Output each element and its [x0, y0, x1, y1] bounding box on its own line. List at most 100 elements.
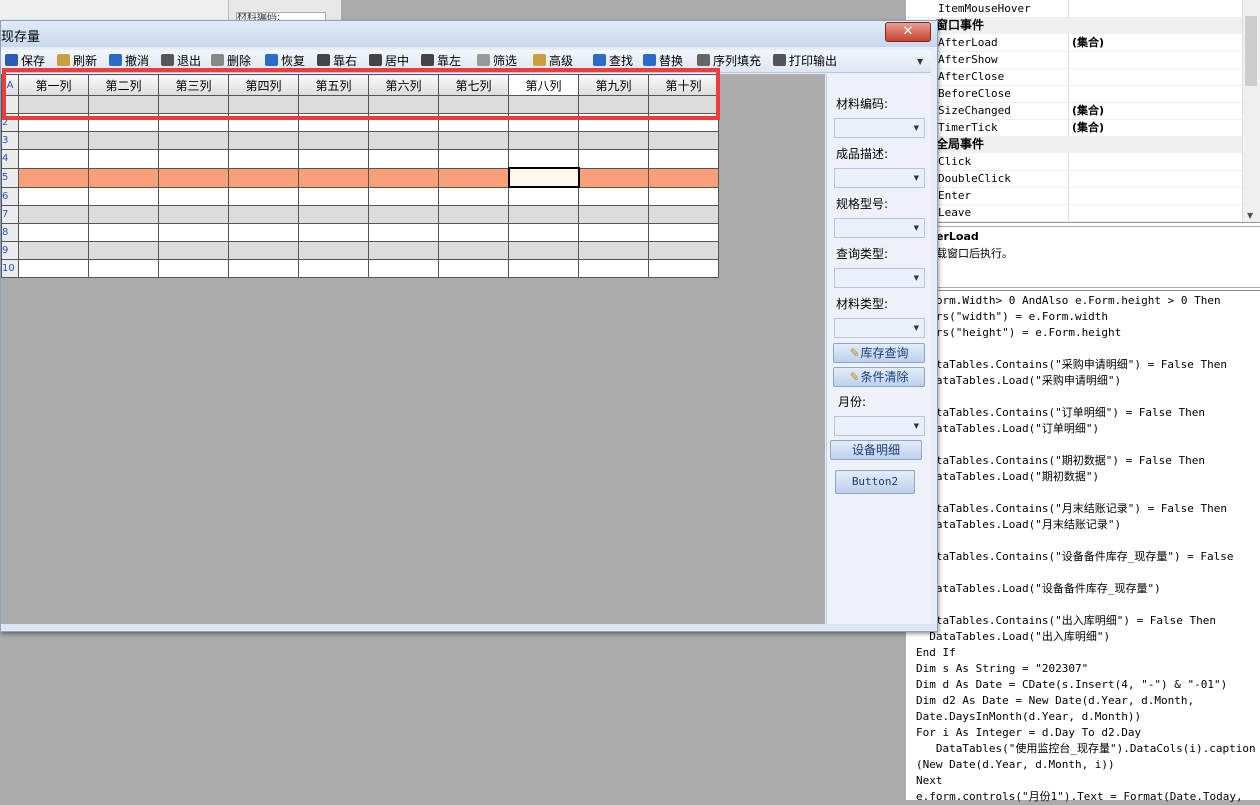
- close-button[interactable]: ✕: [885, 22, 931, 42]
- grid-cell[interactable]: [368, 241, 439, 260]
- grid-cell[interactable]: [298, 186, 369, 206]
- toolbar-button-15[interactable]: 打印输出: [773, 52, 837, 70]
- grid-cell[interactable]: [88, 205, 159, 224]
- toolbar-overflow-icon[interactable]: ▼: [917, 57, 927, 71]
- row-header[interactable]: 7: [1, 205, 19, 224]
- row-header[interactable]: 9: [1, 241, 19, 260]
- grid-cell[interactable]: [508, 149, 579, 169]
- grid-cell[interactable]: [88, 223, 159, 242]
- table-row[interactable]: 5: [1, 167, 719, 188]
- row-header[interactable]: 5: [1, 167, 19, 188]
- grid-cell[interactable]: [228, 167, 299, 188]
- grid-cell[interactable]: [648, 241, 719, 260]
- grid-cell[interactable]: [298, 223, 369, 242]
- property-row[interactable]: AfterShow: [906, 51, 1242, 69]
- grid-cell[interactable]: [298, 259, 369, 278]
- grid-cell[interactable]: [578, 259, 649, 278]
- property-row[interactable]: SizeChanged (集合): [906, 102, 1242, 120]
- grid-cell[interactable]: [18, 259, 89, 278]
- grid-cell[interactable]: [18, 149, 89, 169]
- device-detail-button[interactable]: 设备明细: [830, 440, 922, 460]
- grid-cell[interactable]: [648, 259, 719, 278]
- grid-cell[interactable]: [18, 167, 89, 188]
- grid-cell[interactable]: [578, 223, 649, 242]
- property-value[interactable]: (集合): [1072, 34, 1104, 51]
- table-row[interactable]: 10: [1, 259, 719, 278]
- grid-cell[interactable]: [648, 223, 719, 242]
- grid-cell[interactable]: [438, 259, 509, 278]
- grid-cell[interactable]: [158, 259, 229, 278]
- month-combo[interactable]: ▼: [834, 416, 925, 436]
- grid-cell[interactable]: [438, 223, 509, 242]
- property-row[interactable]: ItemMouseHover: [906, 0, 1242, 18]
- grid-cell[interactable]: [228, 223, 299, 242]
- grid-cell[interactable]: [648, 131, 719, 150]
- grid-cell[interactable]: [438, 186, 509, 206]
- row-header[interactable]: 4: [1, 149, 19, 169]
- product-desc-combo[interactable]: ▼: [834, 168, 925, 188]
- grid-cell[interactable]: [18, 241, 89, 260]
- grid-cell[interactable]: [368, 131, 439, 150]
- grid-cell[interactable]: [368, 149, 439, 169]
- property-row[interactable]: Click: [906, 153, 1242, 171]
- grid-cell[interactable]: [508, 131, 579, 150]
- table-row[interactable]: 3: [1, 131, 719, 150]
- grid-cell[interactable]: [368, 186, 439, 206]
- table-row[interactable]: 9: [1, 241, 719, 260]
- property-row[interactable]: Leave: [906, 204, 1242, 222]
- grid-cell[interactable]: [228, 259, 299, 278]
- grid-cell[interactable]: [648, 149, 719, 169]
- grid-cell[interactable]: [88, 149, 159, 169]
- grid-cell[interactable]: [298, 149, 369, 169]
- grid-cell[interactable]: [88, 259, 159, 278]
- grid-cell[interactable]: [228, 241, 299, 260]
- grid-cell[interactable]: [578, 131, 649, 150]
- grid-cell[interactable]: [298, 167, 369, 188]
- row-header[interactable]: 3: [1, 131, 19, 150]
- property-category[interactable]: 窗口事件: [936, 17, 1242, 34]
- grid-cell[interactable]: [507, 167, 580, 188]
- stock-query-button[interactable]: ✎库存查询: [833, 343, 925, 363]
- property-row[interactable]: Enter: [906, 187, 1242, 205]
- grid-cell[interactable]: [438, 131, 509, 150]
- grid-cell[interactable]: [578, 186, 649, 206]
- button2[interactable]: Button2: [835, 470, 915, 494]
- code-editor[interactable]: e.Form.Width> 0 AndAlso e.Form.height > …: [906, 290, 1260, 803]
- grid-cell[interactable]: [88, 241, 159, 260]
- grid-cell[interactable]: [578, 167, 649, 188]
- row-header[interactable]: 6: [1, 186, 19, 206]
- grid-cell[interactable]: [438, 241, 509, 260]
- grid-cell[interactable]: [368, 223, 439, 242]
- material-code-combo[interactable]: ▼: [834, 118, 925, 138]
- property-value[interactable]: (集合): [1072, 119, 1104, 136]
- grid-cell[interactable]: [578, 149, 649, 169]
- grid-cell[interactable]: [158, 149, 229, 169]
- grid-cell[interactable]: [508, 259, 579, 278]
- grid-cell[interactable]: [508, 205, 579, 224]
- title-bar[interactable]: 现存量 ✕: [1, 21, 937, 47]
- grid-cell[interactable]: [18, 186, 89, 206]
- grid-cell[interactable]: [438, 205, 509, 224]
- grid-cell[interactable]: [228, 205, 299, 224]
- grid-cell[interactable]: [158, 167, 229, 188]
- grid-cell[interactable]: [18, 131, 89, 150]
- material-type-combo[interactable]: ▼: [834, 318, 925, 338]
- grid-cell[interactable]: [508, 241, 579, 260]
- grid-cell[interactable]: [648, 167, 719, 188]
- grid-cell[interactable]: [158, 186, 229, 206]
- scroll-down-icon[interactable]: ▼: [1247, 211, 1253, 220]
- grid-cell[interactable]: [508, 186, 579, 206]
- property-scrollbar[interactable]: ▼: [1242, 0, 1260, 222]
- clear-conditions-button[interactable]: ✎条件清除: [833, 367, 925, 387]
- grid-cell[interactable]: [88, 167, 159, 188]
- grid-cell[interactable]: [648, 186, 719, 206]
- spec-combo[interactable]: ▼: [834, 218, 925, 238]
- grid-cell[interactable]: [228, 149, 299, 169]
- table-row[interactable]: 7: [1, 205, 719, 224]
- row-header[interactable]: 8: [1, 223, 19, 242]
- grid-cell[interactable]: [228, 186, 299, 206]
- grid-cell[interactable]: [368, 205, 439, 224]
- property-category[interactable]: 全局事件: [936, 136, 1242, 153]
- table-row[interactable]: 6: [1, 186, 719, 206]
- property-row[interactable]: AfterClose: [906, 68, 1242, 86]
